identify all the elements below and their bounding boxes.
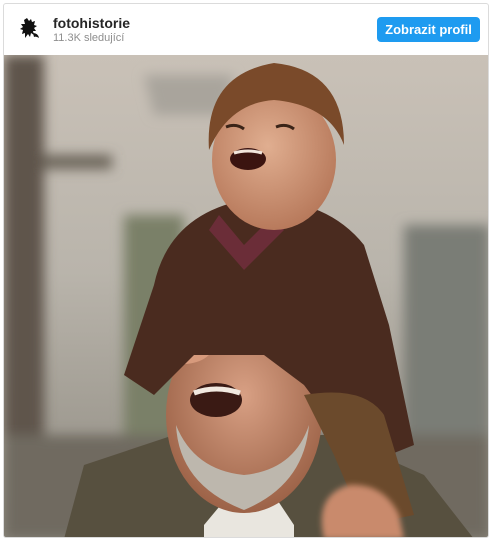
account-name[interactable]: fotohistorie	[53, 15, 130, 31]
account-avatar[interactable]	[16, 15, 44, 43]
post-photo[interactable]	[4, 55, 488, 537]
account-info: fotohistorie 11.3K sledující	[53, 15, 130, 46]
heraldic-lion-icon	[20, 18, 39, 38]
view-profile-button[interactable]: Zobrazit profil	[377, 17, 480, 42]
post-header: fotohistorie 11.3K sledující Zobrazit pr…	[4, 4, 488, 54]
instagram-embed-card: fotohistorie 11.3K sledující Zobrazit pr…	[3, 3, 489, 538]
follower-count: 11.3K sledující	[53, 32, 125, 44]
post-photo-illustration	[4, 55, 488, 537]
